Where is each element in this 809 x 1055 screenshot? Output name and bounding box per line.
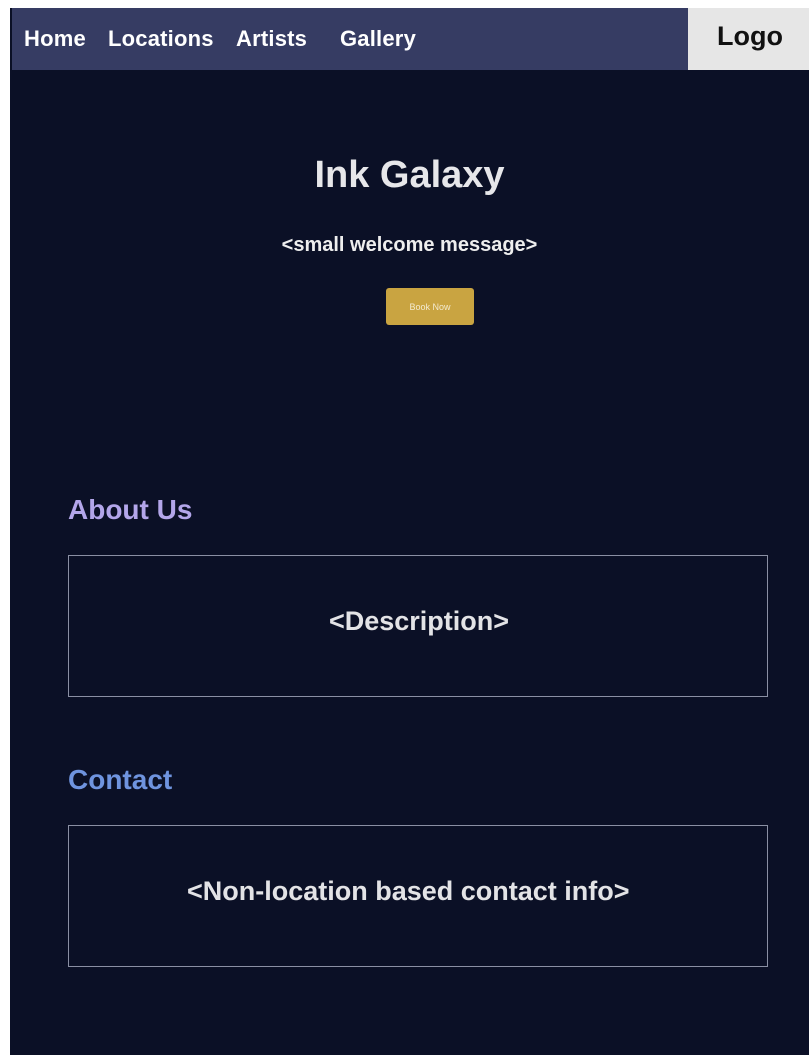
- top-nav: Home Locations Artists Gallery Logo: [12, 8, 809, 70]
- about-description: <Description>: [328, 606, 510, 636]
- about-description-box: <Description>: [68, 555, 768, 697]
- nav-gallery-link[interactable]: Gallery: [340, 26, 416, 52]
- welcome-message: <small welcome message>: [281, 234, 538, 256]
- nav-artists-link[interactable]: Artists: [236, 26, 307, 52]
- book-now-button[interactable]: Book Now: [386, 288, 474, 325]
- logo-placeholder[interactable]: Logo: [688, 8, 809, 70]
- nav-locations-link[interactable]: Locations: [108, 26, 214, 52]
- about-heading: About Us: [68, 494, 193, 525]
- nav-home-link[interactable]: Home: [24, 26, 86, 52]
- contact-heading: Contact: [68, 764, 173, 795]
- site-title: Ink Galaxy: [314, 154, 505, 196]
- contact-info: <Non-location based contact info>: [187, 876, 630, 906]
- logo-text: Logo: [717, 21, 783, 51]
- contact-info-box: <Non-location based contact info>: [68, 825, 768, 967]
- page: Home Locations Artists Gallery Logo Ink …: [10, 8, 809, 1055]
